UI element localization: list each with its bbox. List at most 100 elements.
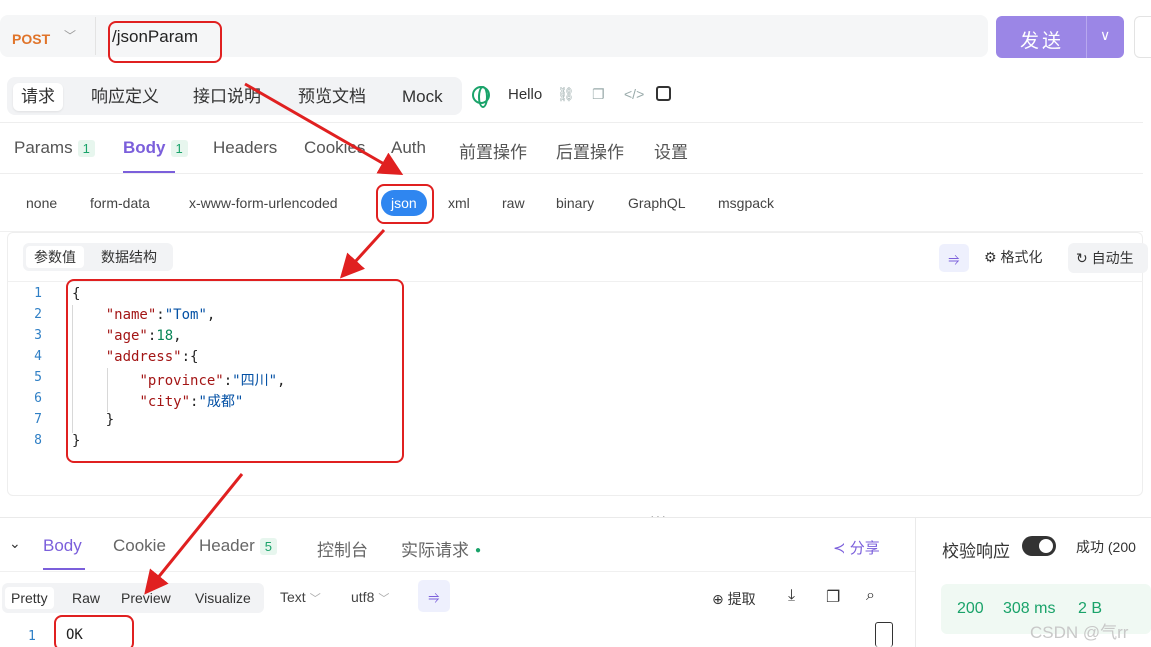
status-code: 200 (957, 600, 984, 617)
body-type-binary[interactable]: binary (556, 195, 594, 211)
extract-button[interactable]: ⊕ 提取 (712, 589, 756, 609)
select-value: Text (280, 589, 306, 605)
divider (0, 173, 1143, 174)
response-size: 2 B (1078, 600, 1103, 617)
body-type-graphql[interactable]: GraphQL (628, 195, 686, 211)
tab-param-values[interactable]: 参数值 (26, 246, 84, 268)
tab-response-header[interactable]: Header 5 (199, 536, 277, 556)
tab-raw[interactable]: Raw (66, 587, 106, 609)
line-number: 1 (34, 286, 42, 301)
save-button[interactable] (1134, 16, 1151, 58)
body-type-none[interactable]: none (26, 195, 57, 211)
chevron-down-icon: ﹀ (378, 593, 390, 605)
text-format-select[interactable]: Text ﹀ (280, 589, 321, 606)
annotation-box-body (66, 279, 404, 463)
body-type-msgpack[interactable]: msgpack (718, 195, 774, 211)
line-number: 6 (34, 391, 42, 406)
response-format-tabs: Pretty Raw Preview Visualize (2, 583, 264, 613)
status-dot-icon: ● (475, 545, 482, 556)
tab-data-schema[interactable]: 数据结构 (93, 246, 165, 268)
share-button[interactable]: ≺ 分享 (833, 537, 880, 558)
word-wrap-icon[interactable]: ⥤ (939, 244, 969, 272)
refresh-icon: ↻ (1076, 250, 1092, 266)
tab-settings[interactable]: 设置 (654, 138, 688, 163)
resize-handle[interactable]: ··· (650, 508, 667, 524)
chevron-down-icon[interactable]: ⌄ (9, 535, 21, 552)
count-badge: 1 (77, 140, 95, 157)
response-time: 308 ms (1003, 600, 1056, 617)
code-icon[interactable]: </> (624, 86, 644, 102)
tab-label: Body (123, 138, 166, 157)
editor-subtabs: 参数值 数据结构 (23, 243, 173, 271)
environment-name[interactable]: Hello (508, 86, 542, 103)
line-number: 8 (34, 433, 42, 448)
count-badge: 5 (259, 538, 277, 555)
tab-mock[interactable]: Mock (394, 83, 451, 111)
tab-post-processors[interactable]: 后置操作 (556, 138, 624, 163)
tab-auth[interactable]: Auth (391, 138, 426, 158)
send-label: 发送 (1020, 31, 1065, 52)
tab-preview[interactable]: Preview (115, 587, 177, 609)
auto-generate-button[interactable]: ↻ 自动生 (1068, 243, 1148, 273)
word-wrap-icon[interactable]: ⥤ (418, 580, 450, 612)
verify-response-label: 校验响应 (942, 542, 1010, 561)
panel-icon[interactable] (656, 86, 671, 101)
status-text: 成功 (200 (1076, 539, 1136, 555)
body-type-urlencoded[interactable]: x-www-form-urlencoded (189, 195, 338, 211)
line-number: 2 (34, 307, 42, 322)
share-icon: ≺ (833, 540, 850, 557)
scrollbar[interactable] (875, 622, 893, 647)
tab-response-body[interactable]: Body (43, 536, 82, 556)
extract-icon: ⊕ (712, 591, 728, 607)
annotation-box-url (108, 21, 222, 63)
link-icon[interactable]: ⛓ (557, 86, 575, 103)
download-icon[interactable]: ⤓ (788, 587, 795, 605)
copy-icon[interactable]: ❐ (592, 86, 605, 103)
tab-response-definition[interactable]: 响应定义 (83, 83, 167, 111)
line-number: 1 (28, 629, 36, 644)
tab-api-description[interactable]: 接口说明 (185, 83, 269, 111)
tab-preview-docs[interactable]: 预览文档 (290, 83, 374, 111)
format-button[interactable]: ⚙ 格式化 (984, 247, 1042, 267)
tab-headers[interactable]: Headers (213, 138, 277, 158)
body-type-raw[interactable]: raw (502, 195, 525, 211)
select-value: utf8 (351, 589, 375, 605)
send-button[interactable]: 发送 ∨ (996, 16, 1124, 58)
body-type-form-data[interactable]: form-data (90, 195, 150, 211)
globe-icon (472, 86, 490, 108)
tab-response-cookie[interactable]: Cookie (113, 536, 166, 556)
tab-visualize[interactable]: Visualize (189, 587, 257, 609)
method-select[interactable]: POST (12, 31, 50, 47)
divider (0, 122, 1143, 123)
annotation-box-json (376, 184, 434, 224)
chevron-down-icon: ﹀ (309, 593, 321, 605)
tab-actual-request[interactable]: 实际请求 ● (401, 536, 481, 561)
tab-request[interactable]: 请求 (13, 83, 63, 111)
tab-pretty[interactable]: Pretty (5, 587, 54, 609)
copy-icon[interactable]: ❐ (826, 587, 840, 607)
search-icon[interactable]: ⌕ (866, 587, 875, 605)
chevron-down-icon[interactable]: ∨ (1100, 27, 1110, 44)
tab-cookies[interactable]: Cookies (304, 138, 365, 158)
tab-console[interactable]: 控制台 (317, 536, 368, 561)
tab-params[interactable]: Params 1 (14, 138, 95, 158)
line-number: 5 (34, 370, 42, 385)
tab-label: 实际请求 (401, 541, 469, 560)
tab-pre-processors[interactable]: 前置操作 (459, 138, 527, 163)
auto-generate-label: 自动生 (1091, 250, 1134, 266)
tab-label: Header (199, 536, 255, 555)
line-number: 7 (34, 412, 42, 427)
encoding-select[interactable]: utf8 ﹀ (351, 589, 389, 606)
divider (0, 571, 915, 572)
chevron-down-icon[interactable]: ﹀ (64, 27, 76, 44)
top-tabs: 请求 响应定义 接口说明 预览文档 Mock (7, 77, 462, 115)
active-tab-indicator (43, 568, 85, 570)
verify-toggle[interactable] (1022, 536, 1056, 556)
divider (95, 17, 96, 55)
share-label: 分享 (849, 540, 880, 557)
tab-body[interactable]: Body 1 (123, 138, 188, 158)
body-type-xml[interactable]: xml (448, 195, 470, 211)
watermark: CSDN @气rr (1030, 623, 1129, 642)
tab-label: Params (14, 138, 73, 157)
divider (0, 517, 1151, 518)
